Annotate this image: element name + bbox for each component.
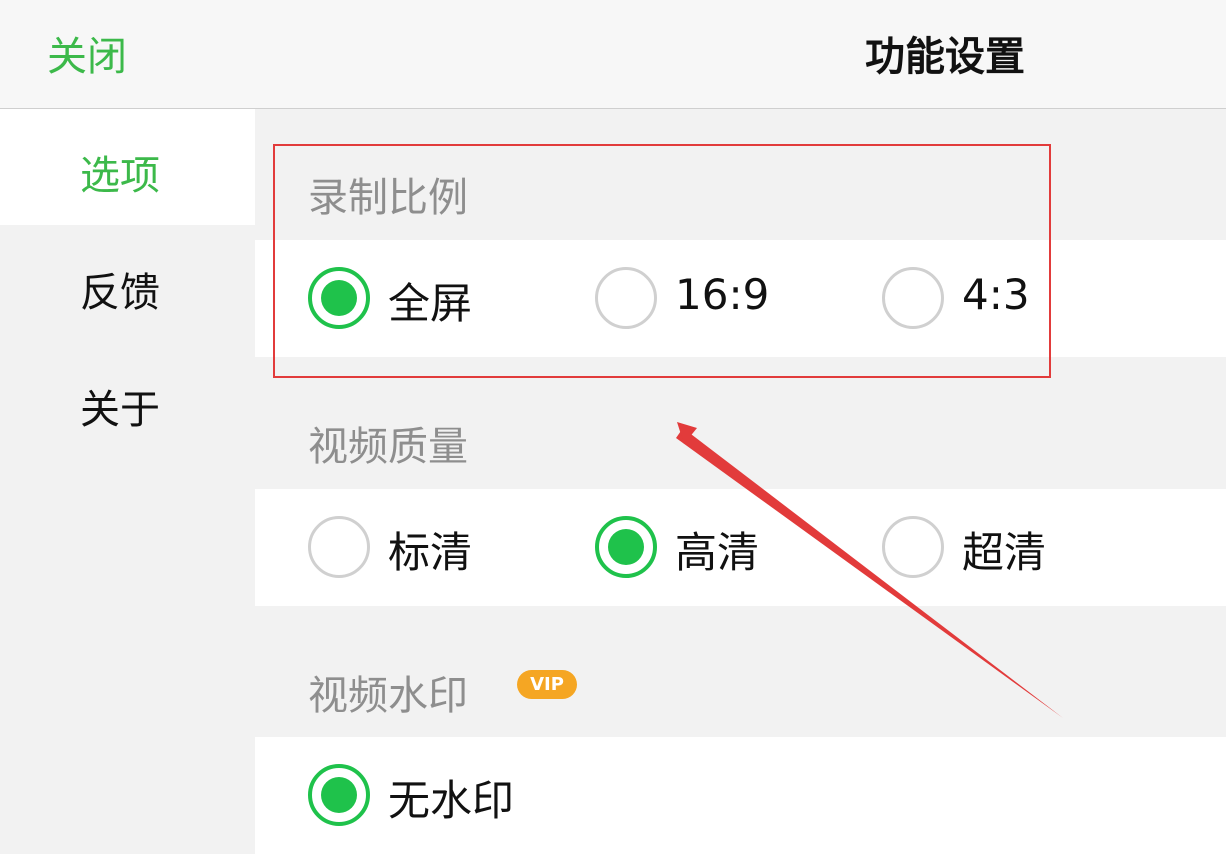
radio-dot [608, 529, 644, 565]
radio-button[interactable] [595, 267, 657, 329]
option-label: 4:3 [962, 270, 1030, 319]
sidebar-item-feedback[interactable]: 反馈 [0, 226, 255, 342]
sidebar-item-label: 反馈 [80, 270, 160, 316]
option-label: 高清 [675, 528, 760, 577]
page-title: 功能设置 [865, 34, 1025, 80]
close-button[interactable]: 关闭 [47, 24, 127, 82]
option-label: 全屏 [388, 279, 473, 328]
option-label: 无水印 [388, 776, 515, 825]
section-label-video-watermark: 视频水印 [308, 673, 468, 719]
sidebar-item-label: 选项 [80, 153, 160, 199]
top-bar: 关闭 功能设置 [0, 0, 1226, 109]
record-ratio-row: 全屏 16:9 4:3 [255, 240, 1226, 357]
radio-dot [321, 777, 357, 813]
sidebar: 选项 反馈 关于 [0, 109, 255, 843]
video-watermark-row: 无水印 [255, 737, 1226, 854]
radio-button[interactable] [595, 516, 657, 578]
radio-button[interactable] [308, 764, 370, 826]
settings-panel: 录制比例 全屏 16:9 4:3 视频质量 标清 高清 超清 视频水印 VIP … [255, 109, 1226, 854]
sidebar-item-label: 关于 [80, 387, 160, 433]
radio-button[interactable] [882, 267, 944, 329]
radio-button[interactable] [308, 516, 370, 578]
section-label-record-ratio: 录制比例 [308, 175, 468, 221]
sidebar-item-about[interactable]: 关于 [0, 343, 255, 459]
option-label: 标清 [388, 528, 473, 577]
section-label-video-quality: 视频质量 [308, 424, 468, 470]
radio-button[interactable] [308, 267, 370, 329]
radio-button[interactable] [882, 516, 944, 578]
sidebar-item-options[interactable]: 选项 [0, 109, 255, 225]
vip-badge: VIP [517, 670, 577, 699]
option-label: 16:9 [675, 270, 770, 319]
video-quality-row: 标清 高清 超清 [255, 489, 1226, 606]
option-label: 超清 [962, 528, 1047, 577]
radio-dot [321, 280, 357, 316]
